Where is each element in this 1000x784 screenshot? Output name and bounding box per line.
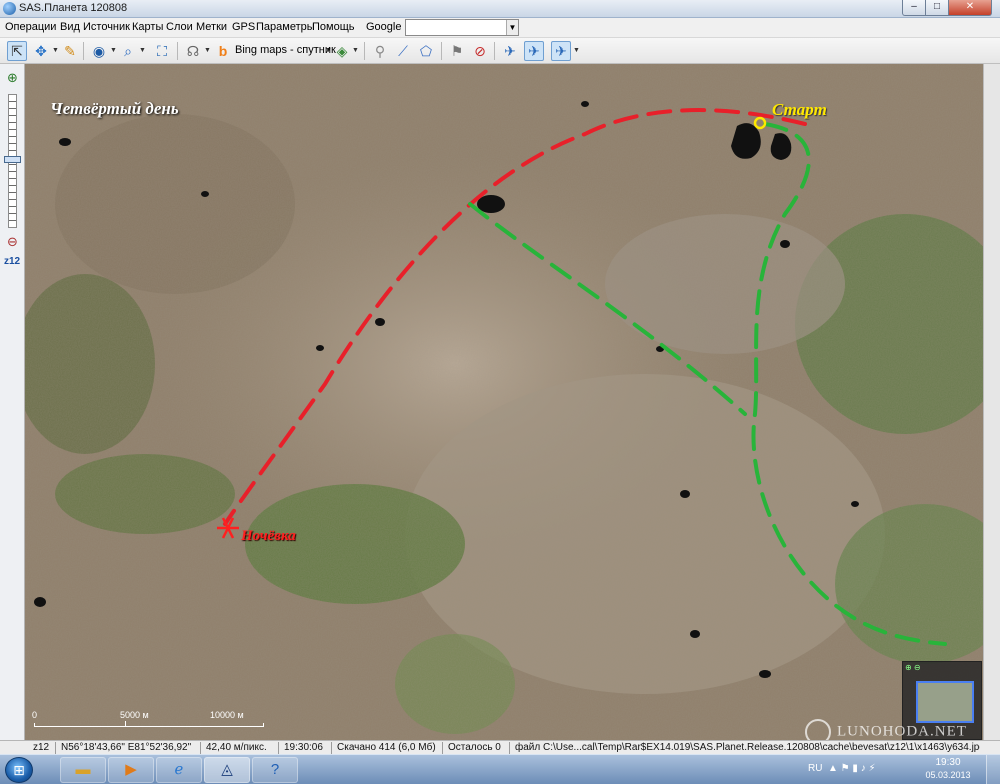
camp-label: Ночёвка [241, 528, 296, 544]
status-bar: z12 N56°18'43,66" E81°52'36,92" 42,40 м/… [0, 740, 1000, 754]
toolbar-separator [83, 42, 84, 60]
minimap-controls-icon[interactable]: ⊕ ⊖ [905, 663, 921, 672]
internet-explorer-icon[interactable]: ℯ [156, 757, 202, 783]
zoom-in-icon[interactable]: ⊕ [5, 70, 20, 85]
marks-icon[interactable]: ⚑ [447, 41, 467, 61]
map-view[interactable]: Четвёртый день Старт Ночёвка 0 5000 м 10… [25, 64, 983, 740]
window-title: SAS.Планета 120808 [19, 2, 128, 14]
gps-icon[interactable]: ✈ [500, 41, 520, 61]
ruler-icon[interactable]: ✎ [60, 41, 80, 61]
menu-marks[interactable]: Метки [196, 21, 227, 33]
scale-bar [34, 721, 264, 727]
zoom-icon[interactable]: ⌕ [118, 41, 138, 61]
scale-mid: 5000 м [120, 710, 149, 720]
zoom-slider-thumb[interactable] [4, 156, 21, 163]
watermark: LUNOHODA.NET [805, 719, 967, 740]
status-downloaded: Скачано 414 (6,0 Мб) [337, 742, 436, 753]
language-indicator[interactable]: RU [808, 763, 822, 774]
explorer-icon[interactable]: ▬ [60, 757, 106, 783]
zoom-out-icon[interactable]: ⊖ [5, 234, 20, 249]
layer-select-value: Google [366, 21, 402, 33]
minimize-button[interactable]: – [902, 0, 926, 16]
status-coords: N56°18'43,66" E81°52'36,92" [61, 742, 192, 753]
scale-zero: 0 [32, 710, 38, 720]
map-source-select[interactable]: Bing maps - спутник [235, 44, 336, 56]
move-map-icon[interactable]: ✥ [31, 41, 51, 61]
chevron-down-icon[interactable]: ▼ [52, 47, 59, 54]
toolbar-separator [177, 42, 178, 60]
menu-gps[interactable]: GPS [232, 21, 255, 33]
zoom-level: z12 [4, 256, 21, 267]
clock-date[interactable]: 05.03.2013 [918, 770, 978, 780]
watermark-text: LUNOHODA.NET [837, 723, 967, 740]
globe-icon [805, 719, 831, 740]
sas-planet-icon[interactable]: ◬ [204, 757, 250, 783]
status-separator [278, 742, 279, 754]
title-bar: SAS.Планета 120808 – □ ✕ [0, 0, 1000, 18]
layer-url-field[interactable]: ▼ [405, 19, 519, 36]
close-button[interactable]: ✕ [948, 0, 992, 16]
menu-view[interactable]: Вид [60, 21, 80, 33]
start-label: Старт [772, 100, 827, 119]
clock-time[interactable]: 19:30 [918, 757, 978, 768]
gps-track-icon[interactable]: ✈ [524, 41, 544, 61]
app-icon [3, 2, 16, 15]
vertical-scrollbar[interactable] [983, 64, 1000, 740]
show-desktop-button[interactable] [986, 755, 1000, 784]
tray-icons[interactable]: ▲ ⚑ ▮ ♪ ⚡ [828, 763, 876, 774]
polygon-icon[interactable]: ⬠ [416, 41, 436, 61]
chevron-down-icon[interactable]: ▼ [204, 47, 211, 54]
media-player-icon[interactable]: ▶ [108, 757, 154, 783]
taskbar: ⊞ ▬ ▶ ℯ ◬ ? RU ▲ ⚑ ▮ ♪ ⚡ 19:30 05.03.201… [0, 754, 1000, 784]
toolbar-separator [494, 42, 495, 60]
status-separator [200, 742, 201, 754]
gps-center-icon[interactable]: ✈ [551, 41, 571, 61]
status-remaining: Осталось 0 [448, 742, 501, 753]
satellite-dish-icon[interactable]: ☊ [183, 41, 203, 61]
minimap-viewport[interactable] [916, 681, 974, 723]
toolbar-separator [364, 42, 365, 60]
cursor-icon[interactable]: ⇱ [7, 41, 27, 61]
toolbar-separator [441, 42, 442, 60]
chevron-down-icon[interactable]: ▼ [352, 47, 359, 54]
chevron-down-icon[interactable]: ▼ [110, 47, 117, 54]
windows-start-icon[interactable]: ⊞ [5, 757, 33, 783]
status-time: 19:30:06 [284, 742, 323, 753]
status-separator [509, 742, 510, 754]
chevron-down-icon[interactable]: ▼ [506, 20, 518, 35]
fullscreen-icon[interactable]: ⛶ [152, 41, 172, 61]
zoom-panel: ⊕ ⊖ z12 [0, 64, 25, 740]
layer-select[interactable]: Google ▼ [363, 19, 403, 48]
map-title-label: Четвёртый день [50, 99, 179, 118]
placemark-icon[interactable]: ⚲ [370, 41, 390, 61]
maximize-button[interactable]: □ [925, 0, 949, 16]
status-separator [55, 742, 56, 754]
toolbar: ⇱ ✥ ▼ ✎ ◉ ▼ ⌕ ▼ ⛶ ☊ ▼ b ▼ ◈ ▼ ⚲ ⟋ ⬠ ⚑ ⊘ … [0, 38, 1000, 64]
path-icon[interactable]: ⟋ [393, 41, 413, 61]
status-separator [442, 742, 443, 754]
menu-source[interactable]: Источник [83, 21, 130, 33]
globe-icon[interactable]: ◉ [89, 41, 109, 61]
bing-icon[interactable]: b [213, 41, 233, 61]
status-zoom: z12 [33, 742, 50, 753]
scale-end: 10000 м [210, 710, 244, 720]
satellite-imagery [25, 64, 983, 740]
chevron-down-icon[interactable]: ▼ [139, 47, 146, 54]
menu-maps[interactable]: Карты [132, 21, 163, 33]
status-file: файл C:\Use...cal\Temp\Rar$EX14.019\SAS.… [515, 742, 980, 753]
menu-settings[interactable]: Параметры [256, 21, 315, 33]
delete-marks-icon[interactable]: ⊘ [470, 41, 490, 61]
menu-operations[interactable]: Операции [5, 21, 56, 33]
menu-layers[interactable]: Слои [166, 21, 193, 33]
chevron-down-icon[interactable]: ▼ [573, 47, 580, 54]
help-icon[interactable]: ? [252, 757, 298, 783]
status-separator [331, 742, 332, 754]
status-resolution: 42,40 м/пикс. [206, 742, 267, 753]
menu-help[interactable]: Помощь [312, 21, 355, 33]
